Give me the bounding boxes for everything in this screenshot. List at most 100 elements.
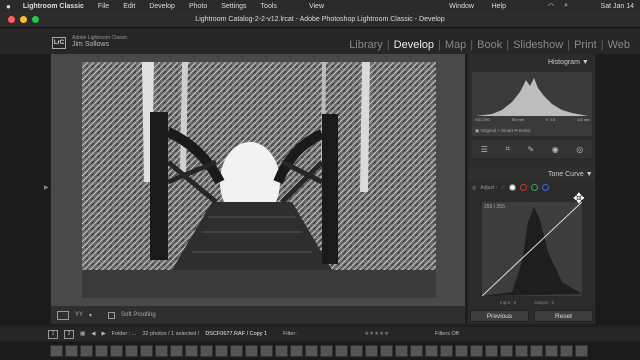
grid-icon[interactable]: ▦ xyxy=(80,331,85,337)
filmstrip-thumb[interactable] xyxy=(395,345,408,357)
wifi-icon[interactable]: ◠ xyxy=(548,2,554,10)
loupe-view-icon[interactable] xyxy=(57,310,69,320)
filmstrip-thumb[interactable] xyxy=(425,345,438,357)
point-curve-white-icon[interactable] xyxy=(508,184,516,191)
filmstrip-thumb[interactable] xyxy=(50,345,63,357)
clock-date[interactable]: Sat Jan 14 xyxy=(601,3,634,10)
previous-reset-buttons: Previous Reset xyxy=(470,310,593,322)
soft-proofing-checkbox[interactable] xyxy=(108,311,116,319)
filmstrip-thumb[interactable] xyxy=(200,345,213,357)
filmstrip-thumb[interactable] xyxy=(260,345,273,357)
left-panel-collapsed[interactable] xyxy=(0,54,50,324)
back-arrow-icon[interactable]: ◀ xyxy=(91,331,95,337)
red-channel-icon[interactable] xyxy=(519,184,527,191)
yyview-icon[interactable]: YY xyxy=(75,312,83,318)
filmstrip-thumb[interactable] xyxy=(500,345,513,357)
menu-window[interactable]: Window xyxy=(449,3,474,10)
menu-help[interactable]: Help xyxy=(492,3,506,10)
filmstrip-thumb[interactable] xyxy=(515,345,528,357)
filmstrip-thumb[interactable] xyxy=(530,345,543,357)
filmstrip-thumb[interactable] xyxy=(305,345,318,357)
green-channel-icon[interactable] xyxy=(530,184,538,191)
module-develop[interactable]: Develop xyxy=(394,39,434,51)
module-slideshow[interactable]: Slideshow xyxy=(513,39,563,51)
blue-channel-icon[interactable] xyxy=(541,184,549,191)
filmstrip-thumb[interactable] xyxy=(545,345,558,357)
filmstrip-thumb[interactable] xyxy=(185,345,198,357)
menu-develop[interactable]: Develop xyxy=(149,3,175,10)
folder-label[interactable]: Folder : ... xyxy=(112,331,137,337)
filmstrip-thumb[interactable] xyxy=(575,345,588,357)
menu-view[interactable]: View xyxy=(309,3,324,10)
filmstrip-thumb[interactable] xyxy=(245,345,258,357)
collapse-triangle-icon[interactable]: ▼ xyxy=(582,59,589,66)
filmstrip-thumb[interactable] xyxy=(230,345,243,357)
filmstrip-thumb[interactable] xyxy=(65,345,78,357)
crop-icon[interactable]: ⌗ xyxy=(505,144,510,154)
filmstrip-thumb[interactable] xyxy=(320,345,333,357)
apple-icon[interactable]: ● xyxy=(6,2,11,11)
input-readout: Input : 0 xyxy=(500,300,517,305)
red-eye-icon[interactable]: ◉ xyxy=(552,145,559,154)
adjust-label: Adjust : xyxy=(480,184,498,191)
filmstrip-thumb[interactable] xyxy=(365,345,378,357)
filmstrip-thumb[interactable] xyxy=(470,345,483,357)
healing-icon[interactable]: ✎ xyxy=(527,145,534,154)
user-name: Jim Sollows xyxy=(72,41,109,48)
search-icon[interactable]: ⌕ xyxy=(564,2,568,10)
filmstrip-thumb[interactable] xyxy=(290,345,303,357)
tone-curve-graph[interactable]: 255 / 255 xyxy=(482,202,582,296)
target-adjust-icon[interactable]: ◎ xyxy=(472,185,476,191)
filmstrip-thumb[interactable] xyxy=(95,345,108,357)
page-1-button[interactable]: 1 xyxy=(48,329,58,339)
filmstrip-thumb[interactable] xyxy=(170,345,183,357)
star-rating-filter[interactable]: ★★★★★ xyxy=(364,331,389,337)
filmstrip-thumb[interactable] xyxy=(215,345,228,357)
forward-arrow-icon[interactable]: ▶ xyxy=(101,331,105,337)
filmstrip-thumb[interactable] xyxy=(335,345,348,357)
photo-preview[interactable] xyxy=(82,62,436,298)
curve-cursor-icon[interactable]: ✥ xyxy=(573,190,585,207)
menu-photo[interactable]: Photo xyxy=(189,3,207,10)
filmstrip-thumb[interactable] xyxy=(560,345,573,357)
filmstrip-thumb[interactable] xyxy=(80,345,93,357)
menu-lightroom[interactable]: Lightroom Classic xyxy=(23,3,84,10)
module-separator: | xyxy=(506,39,510,51)
filmstrip-thumb[interactable] xyxy=(275,345,288,357)
module-book[interactable]: Book xyxy=(477,39,502,51)
filmstrip-thumb[interactable] xyxy=(440,345,453,357)
filmstrip-thumb[interactable] xyxy=(410,345,423,357)
previous-button[interactable]: Previous xyxy=(470,310,529,322)
dropdown-chevron-icon[interactable]: ▾ xyxy=(89,312,92,319)
filmstrip-thumb[interactable] xyxy=(455,345,468,357)
menu-settings[interactable]: Settings xyxy=(221,3,246,10)
filmstrip-thumb[interactable] xyxy=(380,345,393,357)
filmstrip-thumb[interactable] xyxy=(140,345,153,357)
menu-tools[interactable]: Tools xyxy=(261,3,277,10)
histogram-graph[interactable] xyxy=(472,72,592,136)
module-web[interactable]: Web xyxy=(608,39,630,51)
page-2-button[interactable]: 2 xyxy=(64,329,74,339)
filmstrip-thumb[interactable] xyxy=(350,345,363,357)
parametric-curve-icon[interactable]: ⟋ xyxy=(501,185,505,191)
edit-sliders-icon[interactable]: ☰ xyxy=(481,145,488,154)
module-library[interactable]: Library xyxy=(349,39,383,51)
photo-count: 32 photos / 1 selected / xyxy=(142,331,200,337)
lrc-logo: LrC xyxy=(52,37,66,49)
filmstrip-thumb[interactable] xyxy=(110,345,123,357)
menu-file[interactable]: File xyxy=(98,3,109,10)
tool-strip: ☰ ⌗ ✎ ◉ ◎ xyxy=(472,140,592,158)
filters-off-select[interactable]: Filters Off xyxy=(435,331,459,337)
filename[interactable]: DSCF0677.RAF / Copy 1 xyxy=(205,331,267,337)
filmstrip-thumb[interactable] xyxy=(155,345,168,357)
filmstrip-thumb[interactable] xyxy=(125,345,138,357)
filmstrip-thumb[interactable] xyxy=(485,345,498,357)
menu-edit[interactable]: Edit xyxy=(123,3,135,10)
collapse-triangle-icon[interactable]: ▼ xyxy=(586,171,593,178)
reset-button[interactable]: Reset xyxy=(534,310,593,322)
module-print[interactable]: Print xyxy=(574,39,597,51)
module-map[interactable]: Map xyxy=(445,39,466,51)
histogram-header[interactable]: Histogram ▼ xyxy=(548,59,589,66)
expand-left-panel-icon[interactable]: ▶ xyxy=(44,184,49,191)
masking-icon[interactable]: ◎ xyxy=(576,145,583,154)
